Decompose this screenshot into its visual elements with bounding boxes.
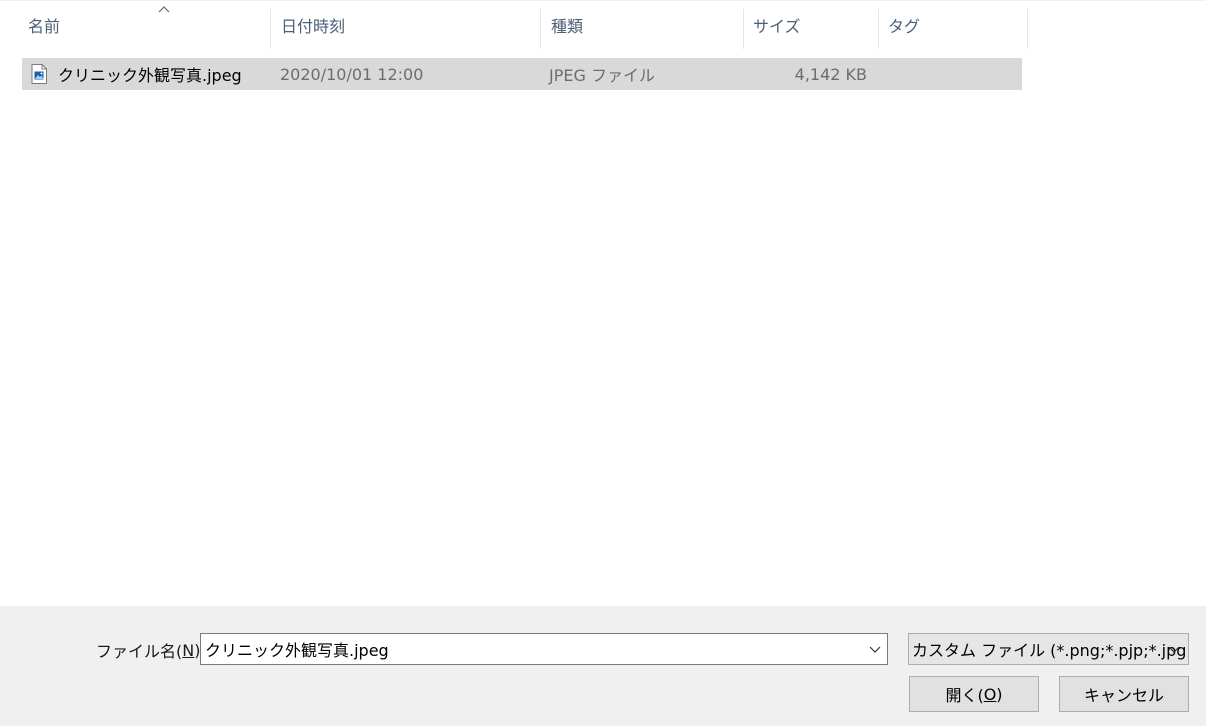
image-file-icon xyxy=(31,64,47,84)
filename-label-prefix: ファイル名( xyxy=(96,642,183,661)
chevron-down-icon[interactable] xyxy=(869,644,881,654)
column-header-type-label: 種類 xyxy=(551,17,584,36)
dialog-footer: ファイル名(N): クリニック外観写真.jpeg カスタム ファイル (*.pn… xyxy=(0,606,1206,726)
open-button[interactable]: 開く(O) xyxy=(909,676,1039,712)
column-header-size[interactable]: サイズ xyxy=(745,1,879,49)
open-button-accesskey: O xyxy=(983,684,997,704)
column-separator[interactable] xyxy=(540,9,541,49)
filename-input[interactable]: クリニック外観写真.jpeg xyxy=(205,637,389,661)
column-header-type[interactable]: 種類 xyxy=(543,1,744,49)
filename-label-accesskey: N xyxy=(182,640,195,660)
column-separator[interactable] xyxy=(270,9,271,49)
column-header-name-label: 名前 xyxy=(28,17,61,36)
column-header-size-label: サイズ xyxy=(753,17,801,36)
column-header-row: 名前 日付時刻 種類 サイズ タグ xyxy=(0,0,1206,49)
column-header-date-label: 日付時刻 xyxy=(281,17,346,36)
column-header-date[interactable]: 日付時刻 xyxy=(273,1,541,49)
sort-ascending-icon xyxy=(158,6,170,13)
column-separator[interactable] xyxy=(1027,9,1028,49)
column-header-tags[interactable]: タグ xyxy=(880,1,1028,49)
file-type: JPEG ファイル xyxy=(549,66,655,85)
file-open-dialog: 名前 日付時刻 種類 サイズ タグ クリニック外観写真.jpeg 2020/10… xyxy=(0,0,1206,726)
column-header-tags-label: タグ xyxy=(888,17,921,36)
file-row[interactable]: クリニック外観写真.jpeg 2020/10/01 12:00 JPEG ファイ… xyxy=(22,58,1022,90)
column-separator[interactable] xyxy=(743,9,744,49)
filename-label: ファイル名(N): xyxy=(96,638,206,662)
column-separator[interactable] xyxy=(878,9,879,49)
file-date: 2020/10/01 12:00 xyxy=(280,64,424,84)
open-button-suffix: ) xyxy=(996,684,1003,704)
file-type-select[interactable]: カスタム ファイル (*.png;*.pjp;*.jpg xyxy=(908,633,1189,665)
file-name: クリニック外観写真.jpeg xyxy=(58,66,242,85)
file-type-select-value: カスタム ファイル (*.png;*.pjp;*.jpg xyxy=(912,641,1187,660)
open-button-prefix: 開く( xyxy=(945,686,984,705)
chevron-down-icon xyxy=(1168,646,1180,653)
file-size: 4,142 KB xyxy=(794,64,867,84)
column-header-name[interactable]: 名前 xyxy=(20,1,271,49)
cancel-button[interactable]: キャンセル xyxy=(1059,676,1189,712)
filename-combobox[interactable]: クリニック外観写真.jpeg xyxy=(200,633,888,665)
